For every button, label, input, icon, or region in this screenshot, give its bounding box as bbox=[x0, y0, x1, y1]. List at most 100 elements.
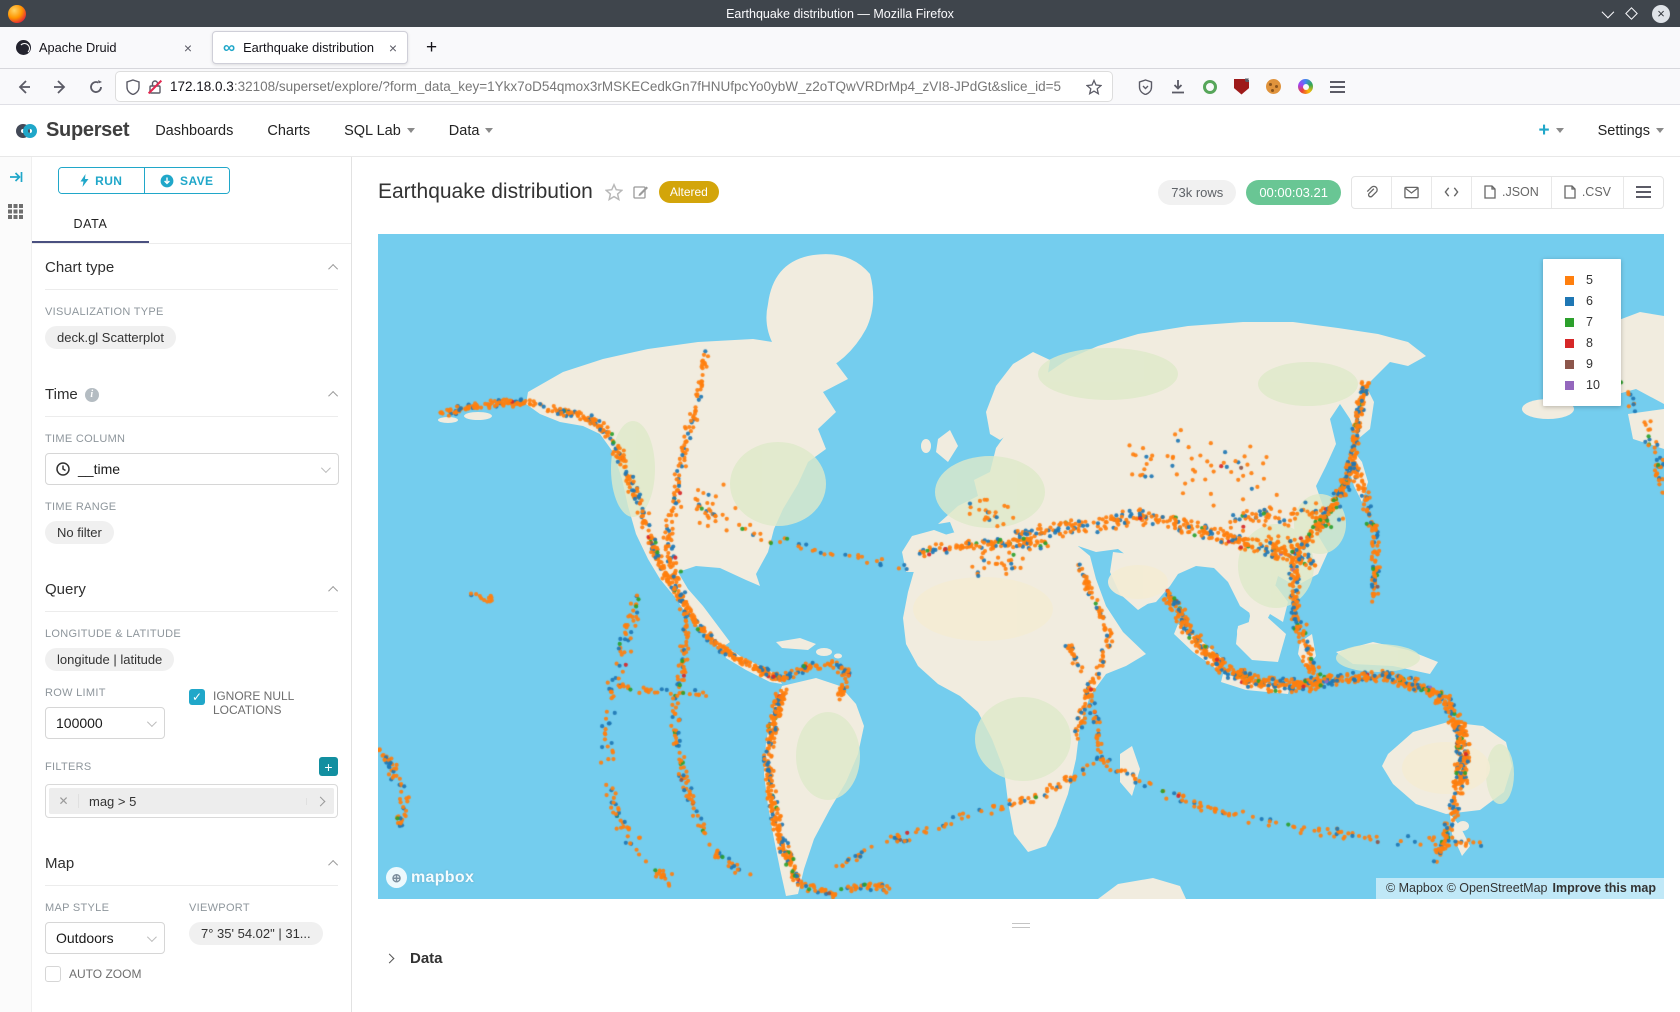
nav-item-data[interactable]: Data bbox=[449, 123, 494, 139]
superset-logo[interactable]: Superset bbox=[16, 119, 129, 142]
info-icon: i bbox=[85, 388, 99, 402]
pocket-shield-icon[interactable] bbox=[1138, 79, 1153, 95]
row-count-badge: 73k rows bbox=[1158, 180, 1236, 205]
section-map: Map MAP STYLE Outdoors AUTO ZOOM VIE bbox=[45, 840, 338, 982]
copy-link-button[interactable] bbox=[1352, 177, 1392, 208]
section-header-query[interactable]: Query bbox=[45, 566, 338, 612]
add-new-button[interactable]: + bbox=[1538, 120, 1563, 142]
superset-infinity-icon bbox=[16, 124, 37, 138]
data-results-toggle[interactable]: Data bbox=[378, 950, 1664, 967]
time-column-label: TIME COLUMN bbox=[45, 433, 338, 445]
ublock-shield-icon[interactable]: 2 bbox=[1234, 79, 1249, 95]
save-button[interactable]: SAVE bbox=[145, 168, 230, 193]
tab-close-icon[interactable]: × bbox=[389, 41, 397, 55]
time-column-select[interactable]: __time bbox=[45, 453, 339, 485]
window-maximize-icon[interactable] bbox=[1625, 7, 1638, 20]
lightning-icon bbox=[80, 174, 89, 187]
viewport-value[interactable]: 7° 35' 54.02" | 31... bbox=[189, 922, 323, 945]
druid-favicon-icon bbox=[16, 40, 31, 55]
forward-icon[interactable] bbox=[52, 79, 68, 95]
tracking-shield-icon[interactable] bbox=[126, 79, 140, 95]
chevron-down-icon bbox=[147, 717, 157, 727]
url-host: 172.18.0.3 bbox=[170, 79, 234, 94]
legend-item: 7 bbox=[1565, 314, 1611, 330]
dataset-grid-icon[interactable] bbox=[7, 203, 24, 220]
tab-close-icon[interactable]: × bbox=[184, 41, 192, 55]
export-json-button[interactable]: .JSON bbox=[1472, 177, 1552, 208]
time-range-value[interactable]: No filter bbox=[45, 521, 114, 544]
back-icon[interactable] bbox=[16, 79, 32, 95]
settings-menu[interactable]: Settings bbox=[1598, 123, 1664, 139]
nav-item-dashboards[interactable]: Dashboards bbox=[155, 123, 233, 139]
email-button[interactable] bbox=[1392, 177, 1432, 208]
time-range-label: TIME RANGE bbox=[45, 501, 338, 513]
cookie-extension-icon[interactable] bbox=[1266, 79, 1281, 94]
edit-pencil-icon[interactable] bbox=[633, 184, 649, 200]
row-limit-select[interactable]: 100000 bbox=[45, 707, 165, 739]
mapbox-logo[interactable]: ⊕ mapbox bbox=[386, 867, 474, 888]
embed-code-button[interactable] bbox=[1432, 177, 1472, 208]
filters-label: FILTERS bbox=[45, 761, 92, 773]
viz-type-value[interactable]: deck.gl Scatterplot bbox=[45, 326, 176, 349]
filter-item[interactable]: ✕ mag > 5 bbox=[49, 788, 334, 814]
scatter-canvas[interactable] bbox=[378, 234, 1664, 899]
section-header-point-size[interactable]: Point Size bbox=[45, 1004, 338, 1012]
tab-earthquake-distribution[interactable]: ∞ Earthquake distribution × bbox=[212, 31, 408, 64]
window-minimize-icon[interactable] bbox=[1602, 6, 1615, 19]
section-query: Query LONGITUDE & LATITUDE longitude | l… bbox=[45, 566, 338, 818]
file-icon bbox=[1484, 185, 1496, 199]
file-icon bbox=[1564, 185, 1576, 199]
legend-item: 10 bbox=[1565, 377, 1611, 393]
more-options-button[interactable] bbox=[1624, 177, 1663, 208]
tab-data[interactable]: DATA bbox=[32, 208, 149, 243]
lonlat-value[interactable]: longitude | latitude bbox=[45, 648, 174, 671]
nav-item-sql-lab[interactable]: SQL Lab bbox=[344, 123, 415, 139]
section-header-chart-type[interactable]: Chart type bbox=[45, 244, 338, 290]
insecure-lock-icon[interactable] bbox=[148, 79, 162, 95]
new-tab-button[interactable]: + bbox=[418, 37, 445, 59]
deckgl-map[interactable]: 5 6 7 8 9 10 ⊕ mapbox © Mapbox © OpenStr… bbox=[378, 234, 1664, 899]
bookmark-star-icon[interactable] bbox=[1086, 79, 1102, 95]
app-navbar: Superset Dashboards Charts SQL Lab Data … bbox=[0, 105, 1680, 157]
altered-badge: Altered bbox=[659, 181, 719, 203]
auto-zoom-checkbox[interactable]: AUTO ZOOM bbox=[45, 966, 165, 982]
section-header-time[interactable]: Timei bbox=[45, 371, 338, 417]
add-filter-button[interactable]: + bbox=[319, 757, 338, 776]
menu-icon bbox=[1636, 191, 1651, 193]
improve-map-link[interactable]: Improve this map bbox=[1553, 881, 1657, 895]
section-header-map[interactable]: Map bbox=[45, 840, 338, 886]
download-icon[interactable] bbox=[1170, 79, 1186, 95]
nav-item-charts[interactable]: Charts bbox=[267, 123, 310, 139]
query-timer-badge: 00:00:03.21 bbox=[1246, 180, 1341, 205]
extension-green-icon[interactable] bbox=[1203, 80, 1217, 94]
chevron-down-icon bbox=[321, 463, 331, 473]
window-titlebar: Earthquake distribution — Mozilla Firefo… bbox=[0, 0, 1680, 27]
menu-hamburger-icon[interactable] bbox=[1330, 86, 1345, 88]
legend-item: 5 bbox=[1565, 272, 1611, 288]
tab-apache-druid[interactable]: Apache Druid × bbox=[6, 31, 202, 64]
attribution-text: © Mapbox © OpenStreetMap bbox=[1386, 881, 1548, 895]
ignore-null-checkbox[interactable]: ✓ IGNORE NULL LOCATIONS bbox=[189, 689, 299, 717]
viz-type-label: VISUALIZATION TYPE bbox=[45, 306, 338, 318]
filter-box: ✕ mag > 5 bbox=[45, 784, 338, 818]
chart-title[interactable]: Earthquake distribution bbox=[378, 180, 593, 204]
chevron-right-icon[interactable] bbox=[306, 798, 334, 805]
checkbox-unchecked-icon bbox=[45, 966, 61, 982]
collapse-panel-icon[interactable] bbox=[8, 169, 24, 185]
window-close-icon[interactable]: × bbox=[1652, 5, 1670, 23]
favorite-star-icon[interactable] bbox=[605, 183, 623, 201]
clock-icon bbox=[56, 462, 70, 476]
export-csv-button[interactable]: .CSV bbox=[1552, 177, 1624, 208]
filter-value: mag > 5 bbox=[79, 794, 306, 809]
chevron-down-icon bbox=[147, 932, 157, 942]
map-style-select[interactable]: Outdoors bbox=[45, 922, 165, 954]
color-wheel-extension-icon[interactable] bbox=[1298, 79, 1313, 94]
url-text[interactable]: 172.18.0.3:32108/superset/explore/?form_… bbox=[170, 79, 1078, 94]
tab-title: Apache Druid bbox=[39, 40, 176, 55]
remove-filter-icon[interactable]: ✕ bbox=[49, 794, 79, 808]
resize-drag-handle[interactable] bbox=[1012, 923, 1030, 928]
chevron-up-icon bbox=[328, 264, 338, 274]
reload-icon[interactable] bbox=[88, 79, 104, 95]
run-button[interactable]: RUN bbox=[59, 168, 145, 193]
url-bar[interactable]: 172.18.0.3:32108/superset/explore/?form_… bbox=[116, 72, 1112, 101]
